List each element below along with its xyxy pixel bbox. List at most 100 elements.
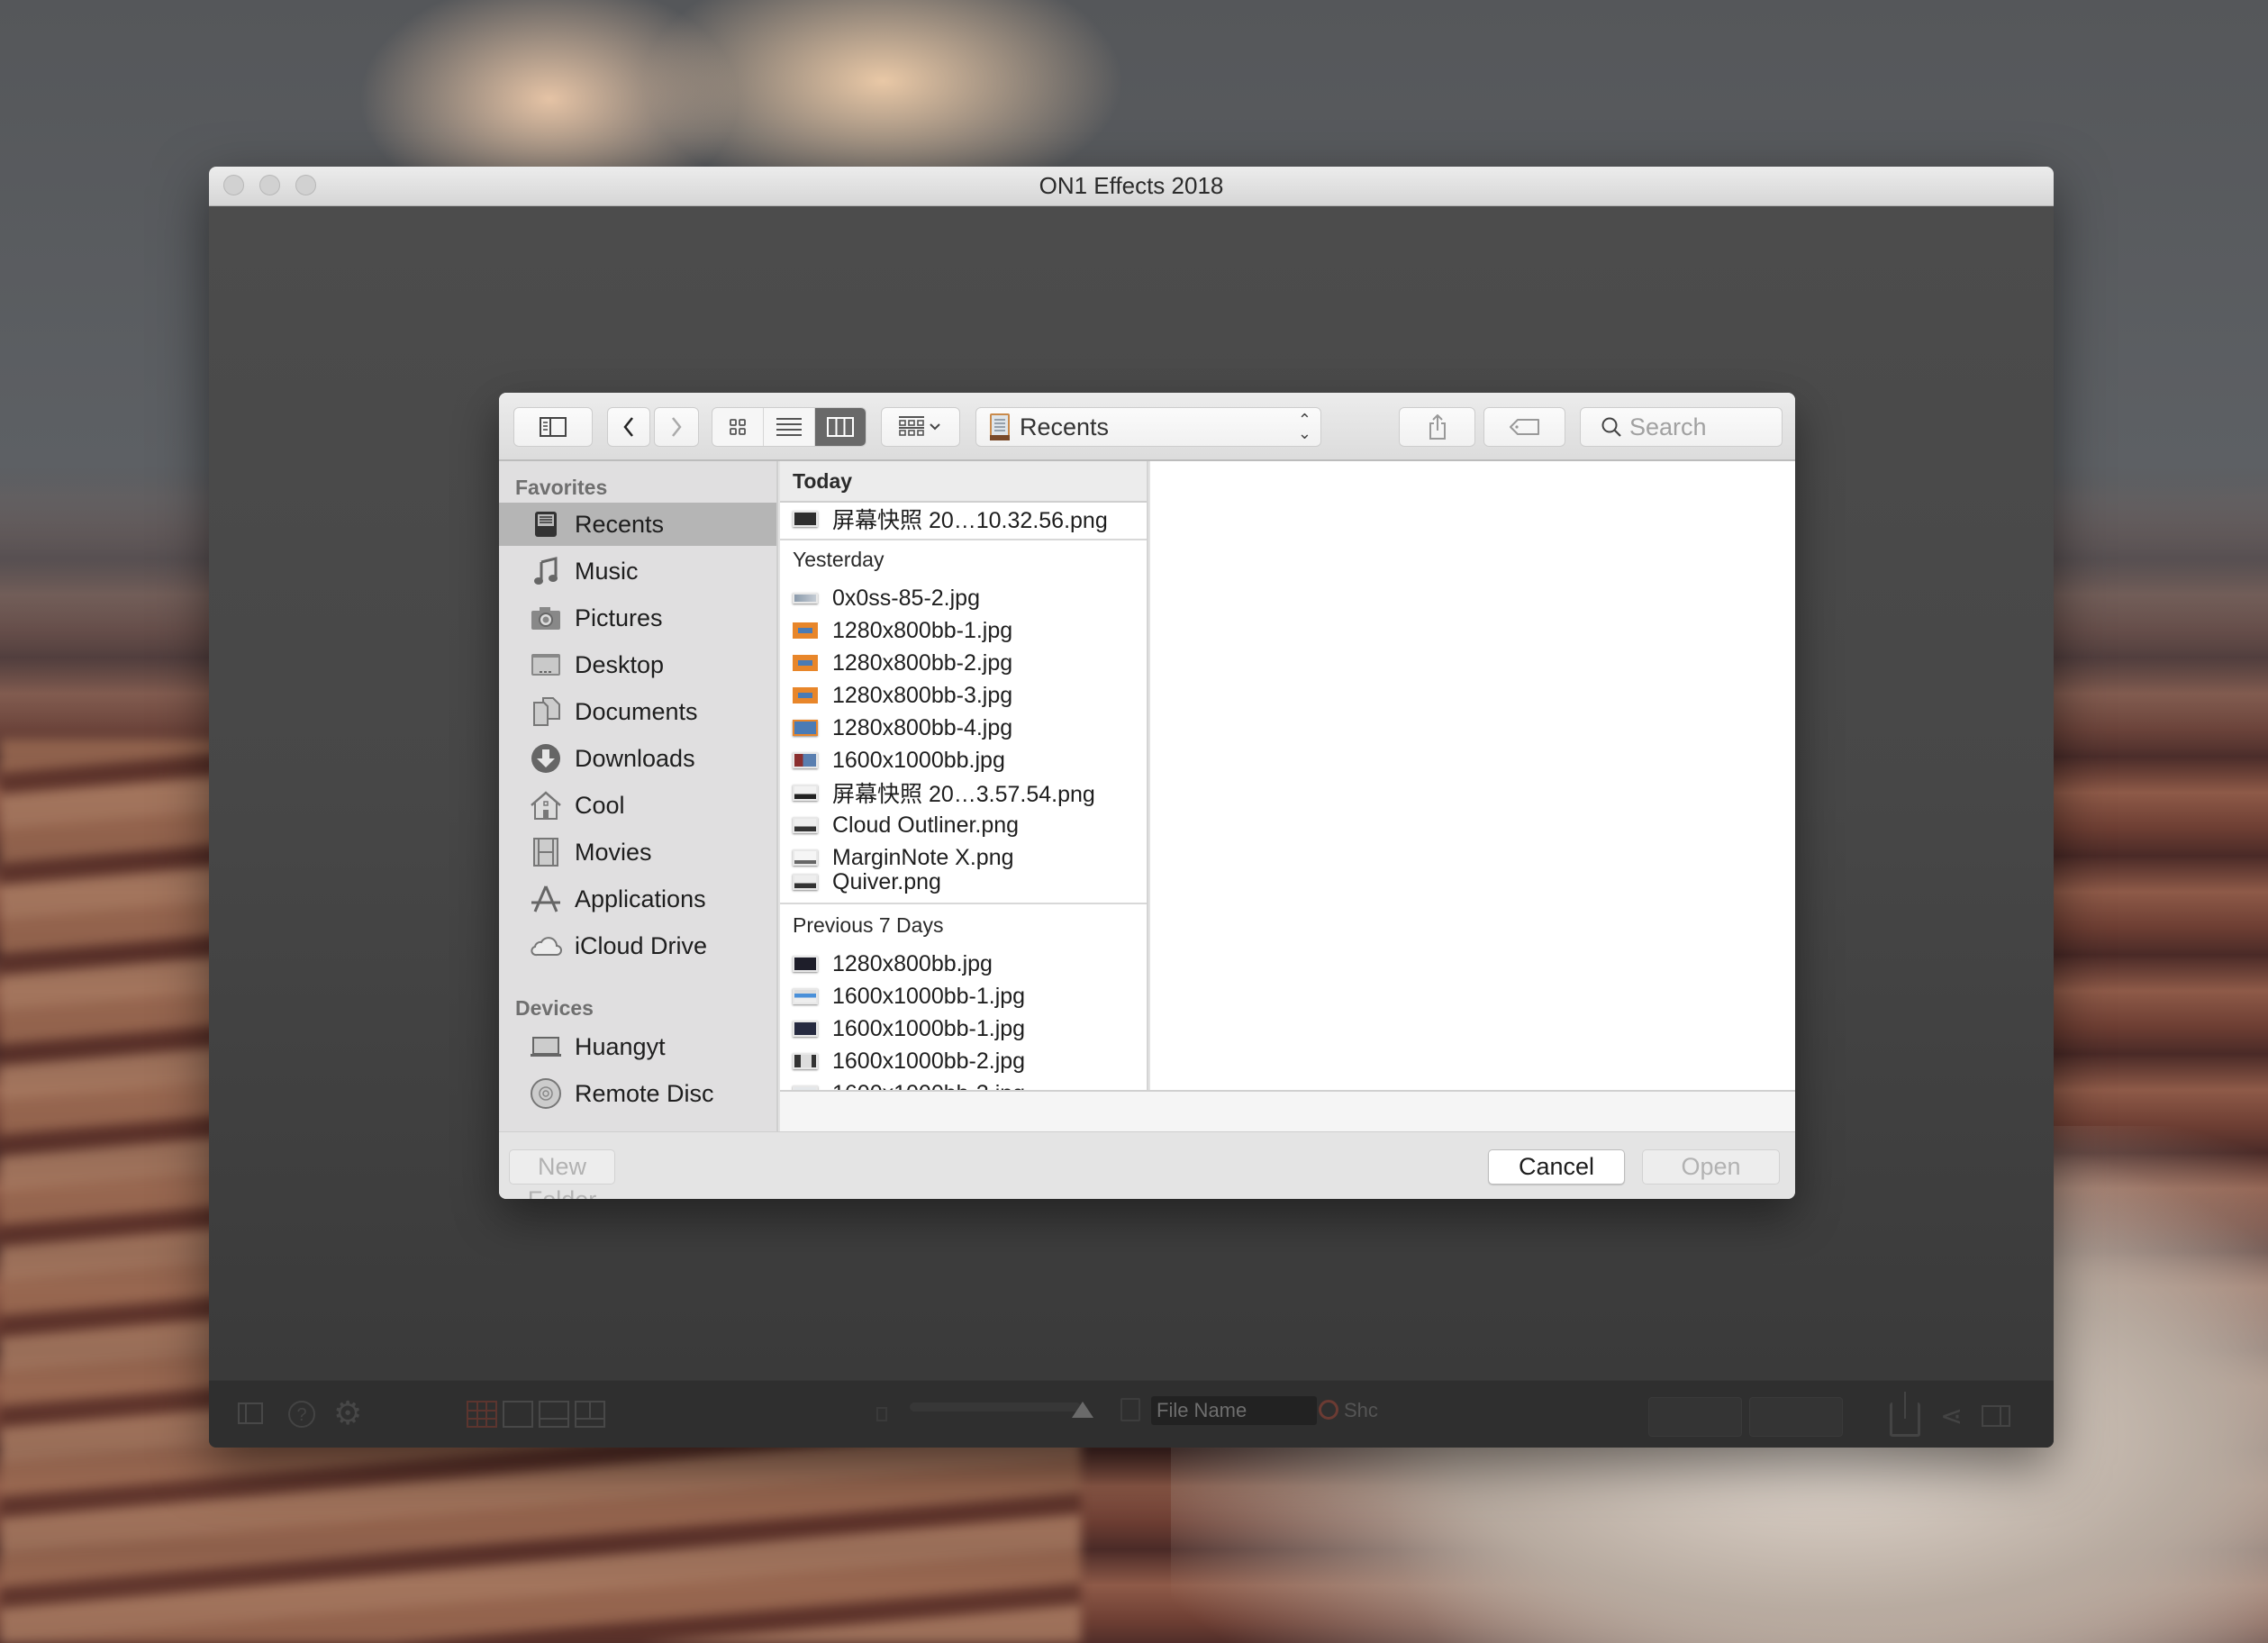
sort-option-label: Shc <box>1344 1399 1378 1421</box>
toggle-sidebar-button[interactable] <box>513 407 593 447</box>
slider-large-icon <box>1072 1402 1093 1418</box>
file-row[interactable]: 屏幕快照 20…10.32.56.png <box>780 503 1147 535</box>
location-popup[interactable]: Recents ⌃ ⌄ <box>975 407 1321 447</box>
sidebar-item-music[interactable]: Music <box>499 549 776 593</box>
sidebar-item-label: Pictures <box>575 604 663 631</box>
help-icon[interactable]: ? <box>288 1401 315 1428</box>
export-icon[interactable] <box>1890 1392 1920 1437</box>
gear-icon[interactable]: ⚙ <box>333 1397 362 1430</box>
sidebar-item-huangyt[interactable]: Huangyt <box>499 1025 776 1068</box>
sidebar-item-partial[interactable] <box>499 1119 776 1131</box>
file-row[interactable]: 屏幕快照 20…3.57.54.png <box>780 776 1147 809</box>
file-row[interactable]: 1600x1000bb.jpg <box>780 744 1147 776</box>
search-placeholder: Search <box>1629 413 1707 440</box>
dialog-footer: New Folder Cancel Open <box>499 1131 1795 1199</box>
panel-toggle-icon[interactable] <box>238 1402 263 1424</box>
file-row[interactable]: Quiver.png <box>780 868 1147 895</box>
title-bar[interactable]: ON1 Effects 2018 <box>209 167 2054 206</box>
music-note-icon <box>530 555 562 587</box>
file-row[interactable]: 1600x1000bb-1.jpg <box>780 980 1147 1012</box>
sidebar-item-label: Documents <box>575 697 698 725</box>
small-thumbnail-icon <box>876 1407 887 1421</box>
share-icon[interactable]: ⋖ <box>1940 1401 1963 1432</box>
sidebar-item-desktop[interactable]: Desktop <box>499 643 776 686</box>
sidebar-item-downloads[interactable]: Downloads <box>499 737 776 780</box>
sidebar-item-label: Recents <box>575 510 665 538</box>
dialog-toolbar: Recents ⌃ ⌄ Search <box>499 393 1795 461</box>
icon-view-button[interactable] <box>712 408 764 446</box>
image-thumbnail-icon <box>793 511 818 527</box>
right-panel-toggle-icon[interactable] <box>1982 1405 2010 1427</box>
share-icon <box>1429 414 1446 440</box>
group-by-button[interactable] <box>881 407 960 447</box>
sidebar-item-cool[interactable]: Cool <box>499 784 776 827</box>
recents-drawer-icon <box>990 413 1010 440</box>
sidebar-item-documents[interactable]: Documents <box>499 690 776 733</box>
back-button[interactable] <box>607 407 650 447</box>
filmstrip-view-icon[interactable] <box>539 1401 569 1428</box>
open-button[interactable]: Open <box>1642 1149 1780 1185</box>
single-view-icon[interactable] <box>503 1401 533 1428</box>
select-checkbox[interactable] <box>1120 1398 1140 1421</box>
camera-icon <box>530 602 562 634</box>
file-name: 屏幕快照 20…3.57.54.png <box>832 782 1095 807</box>
sidebar-icon <box>540 417 567 437</box>
list-icon <box>776 418 802 436</box>
sidebar: Favorites Recents Music Pictures Desktop… <box>499 461 778 1131</box>
sidebar-item-label: Desktop <box>575 650 665 678</box>
horizontal-scroll-area[interactable] <box>780 1090 1795 1131</box>
group-label-yesterday: Yesterday <box>793 548 885 571</box>
group-label-previous-7-days: Previous 7 Days <box>793 913 944 937</box>
window-title: ON1 Effects 2018 <box>1039 172 1224 199</box>
thumbnail-size-slider[interactable] <box>910 1402 1081 1412</box>
sidebar-item-applications[interactable]: Applications <box>499 877 776 921</box>
file-row[interactable]: 0x0ss-85-2.jpg <box>780 582 1147 614</box>
sidebar-item-icloud-drive[interactable]: iCloud Drive <box>499 924 776 967</box>
list-view-button[interactable] <box>764 408 815 446</box>
file-row[interactable]: 1600x1000bb-2.jpg <box>780 1045 1147 1077</box>
file-row[interactable]: 1280x800bb-3.jpg <box>780 679 1147 712</box>
desktop-icon <box>530 649 562 681</box>
documents-icon <box>530 695 562 728</box>
file-row[interactable]: 1600x1000bb-1.jpg <box>780 1012 1147 1045</box>
sidebar-item-label: Remote Disc <box>575 1079 714 1107</box>
disc-icon <box>530 1077 562 1110</box>
tags-button[interactable] <box>1483 407 1565 447</box>
drive-icon <box>530 1124 562 1131</box>
file-name: Cloud Outliner.png <box>832 812 1020 838</box>
view-mode-segmented-control <box>712 407 866 447</box>
new-folder-button[interactable]: New Folder <box>509 1149 615 1199</box>
download-arrow-icon <box>530 742 562 775</box>
image-thumbnail-icon <box>793 752 818 768</box>
sidebar-item-remote-disc[interactable]: Remote Disc <box>499 1072 776 1115</box>
tag-icon <box>1509 419 1539 435</box>
file-name: MarginNote X.png <box>832 844 1014 870</box>
image-thumbnail-icon <box>793 720 818 736</box>
search-icon <box>1601 417 1621 437</box>
share-button[interactable] <box>1399 407 1475 447</box>
grid-view-icon[interactable] <box>467 1401 497 1428</box>
file-row[interactable]: 1280x800bb-4.jpg <box>780 712 1147 744</box>
bottom-button-2[interactable] <box>1749 1397 1843 1437</box>
sidebar-item-pictures[interactable]: Pictures <box>499 596 776 640</box>
image-thumbnail-icon <box>793 988 818 1004</box>
forward-button[interactable] <box>654 407 699 447</box>
image-thumbnail-icon <box>793 1053 818 1069</box>
search-field[interactable]: Search <box>1580 407 1783 447</box>
sidebar-header-devices: Devices <box>515 996 594 1020</box>
file-row[interactable]: Cloud Outliner.png <box>780 809 1147 841</box>
file-row[interactable]: 1280x800bb.jpg <box>780 948 1147 980</box>
file-row[interactable]: 1600x1000bb-3.jpg <box>780 1077 1147 1090</box>
column-view-button[interactable] <box>815 408 866 446</box>
cancel-button[interactable]: Cancel <box>1488 1149 1625 1185</box>
sidebar-item-recents[interactable]: Recents <box>499 503 776 546</box>
sort-option[interactable]: Shc <box>1319 1397 1378 1424</box>
file-name: 1600x1000bb-3.jpg <box>832 1081 1025 1091</box>
file-row[interactable]: 1280x800bb-2.jpg <box>780 647 1147 679</box>
bottom-button-1[interactable] <box>1648 1397 1742 1437</box>
sort-field-dropdown[interactable]: File Name <box>1151 1396 1317 1425</box>
compare-view-icon[interactable] <box>575 1401 605 1428</box>
sidebar-item-movies[interactable]: Movies <box>499 831 776 874</box>
file-row[interactable]: 1280x800bb-1.jpg <box>780 614 1147 647</box>
image-thumbnail-icon <box>793 1021 818 1037</box>
